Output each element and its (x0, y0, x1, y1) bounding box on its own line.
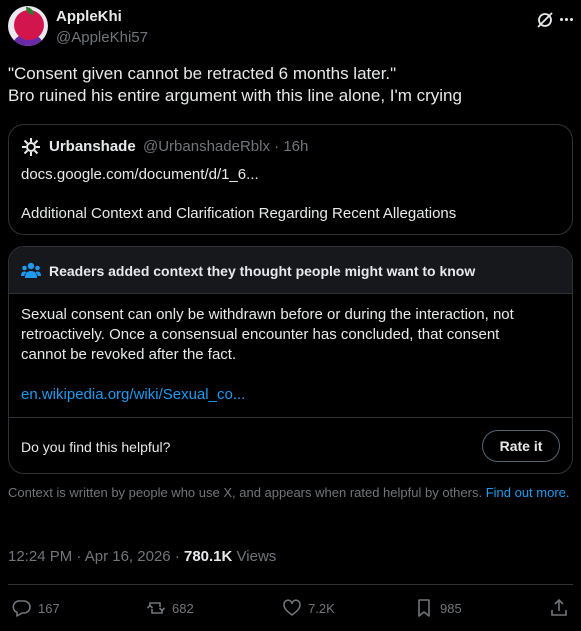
rate-it-button[interactable]: Rate it (482, 430, 560, 462)
quote-time: 16h (283, 138, 309, 155)
context-disclaimer: Context is written by people who use X, … (8, 485, 573, 501)
helpful-prompt: Do you find this helpful? (21, 439, 171, 455)
author-handle[interactable]: @AppleKhi57 (56, 29, 148, 46)
note-line: Sexual consent can only be withdrawn bef… (21, 306, 514, 323)
community-note-source-link[interactable]: en.wikipedia.org/wiki/Sexual_co... (21, 386, 245, 403)
tweet-line: "Consent given cannot be retracted 6 mon… (8, 64, 397, 83)
tweet-time[interactable]: 12:24 PM (8, 548, 72, 565)
tweet-line: Bro ruined his entire argument with this… (8, 86, 462, 105)
repost-icon (146, 602, 166, 614)
tweet-text: "Consent given cannot be retracted 6 mon… (8, 63, 573, 107)
bookmark-button[interactable]: 985 (414, 596, 462, 620)
community-note-title: Readers added context they thought peopl… (49, 263, 476, 279)
quoted-tweet[interactable]: Urbanshade @UrbanshadeRblx · 16h docs.go… (8, 124, 573, 235)
quote-body: Additional Context and Clarification Reg… (21, 205, 457, 222)
quote-separator: · (274, 138, 280, 155)
note-line: retroactively. Once a consensual encount… (21, 326, 500, 343)
community-note-footer: Do you find this helpful? Rate it (9, 417, 572, 473)
avatar[interactable] (8, 6, 48, 46)
reply-count: 167 (38, 600, 60, 616)
repost-count: 682 (172, 600, 194, 616)
share-icon (551, 598, 567, 616)
reply-icon (12, 600, 31, 617)
note-line: cannot be revoked after the fact. (21, 346, 237, 363)
views-label: Views (236, 548, 277, 565)
like-icon (283, 599, 301, 616)
find-out-more-link[interactable]: Find out more. (486, 485, 570, 500)
quote-link[interactable]: docs.google.com/document/d/1_6... (21, 166, 259, 183)
community-note-header: Readers added context they thought peopl… (9, 247, 572, 294)
like-count: 7.2K (308, 600, 335, 616)
quote-author-handle: @UrbanshadeRblx (143, 138, 270, 155)
timestamp-separator: · (174, 548, 180, 565)
share-button[interactable] (549, 596, 569, 620)
community-note-text: Sexual consent can only be withdrawn bef… (21, 305, 561, 365)
author-display-name[interactable]: AppleKhi (56, 8, 122, 25)
action-bar: 167 682 7.2K 985 (8, 596, 573, 620)
more-icon[interactable] (559, 16, 573, 22)
divider (8, 584, 573, 585)
community-note: Readers added context they thought peopl… (8, 246, 573, 474)
timestamp-separator: · (76, 548, 82, 565)
quote-avatar (22, 138, 40, 156)
like-button[interactable]: 7.2K (282, 596, 335, 620)
bookmark-icon (418, 599, 430, 617)
bookmark-count: 985 (440, 600, 462, 616)
tweet-timestamp: 12:24 PM · Apr 16, 2026 · 780.1K Views (8, 548, 276, 565)
tweet-header: AppleKhi @AppleKhi57 (8, 6, 573, 48)
grok-icon[interactable] (535, 10, 555, 30)
reply-button[interactable]: 167 (12, 596, 60, 620)
context-disclaimer-text: Context is written by people who use X, … (8, 485, 483, 500)
tweet-date[interactable]: Apr 16, 2026 (85, 548, 171, 565)
quote-author-name: Urbanshade (49, 138, 136, 155)
quote-meta: @UrbanshadeRblx · 16h (143, 138, 308, 155)
repost-button[interactable]: 682 (146, 596, 194, 620)
views-count: 780.1K (183, 548, 233, 565)
community-notes-icon (21, 262, 41, 278)
